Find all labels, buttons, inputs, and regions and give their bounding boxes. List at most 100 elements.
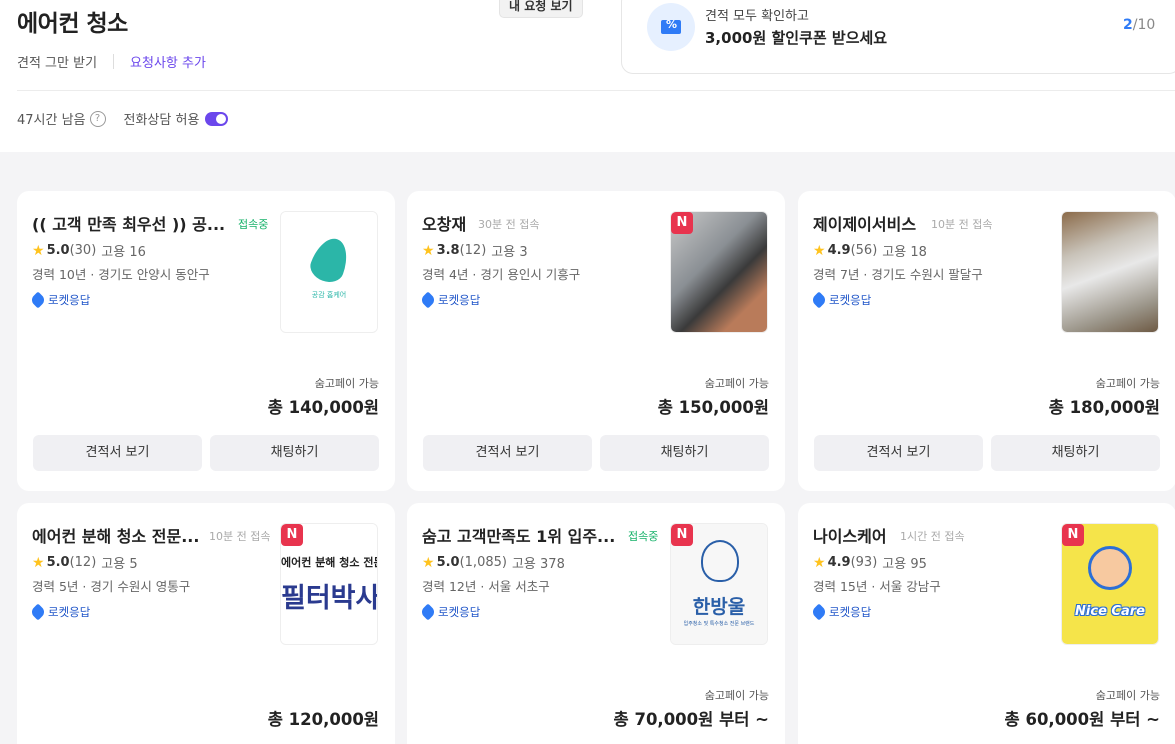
rocket-response-badge: 로켓응답 bbox=[29, 291, 90, 309]
rating-score: 4.9 bbox=[827, 555, 851, 570]
soomgo-pay-label: 숨고페이 가능 bbox=[314, 377, 379, 390]
rocket-icon bbox=[29, 603, 47, 621]
star-icon: ★ bbox=[422, 554, 435, 571]
review-count: (56) bbox=[850, 243, 878, 258]
view-quote-button[interactable]: 견적서 보기 bbox=[423, 435, 592, 471]
price: 총 150,000원 bbox=[657, 398, 769, 417]
view-quote-button[interactable]: 견적서 보기 bbox=[814, 435, 983, 471]
page-title: 에어컨 청소 bbox=[17, 11, 128, 37]
star-icon: ★ bbox=[422, 242, 435, 259]
coupon-banner[interactable]: 견적 모두 확인하고 3,000원 할인쿠폰 받으세요 2/10 bbox=[621, 0, 1175, 74]
rocket-icon bbox=[419, 291, 437, 309]
review-count: (30) bbox=[69, 243, 97, 258]
rocket-response-badge: 로켓응답 bbox=[810, 603, 871, 621]
request-header: 에어컨 청소 내 요청 보기 견적 그만 받기 요청사항 추가 47시간 남음 … bbox=[0, 0, 1175, 152]
career-location: 경력 4년 · 경기 용인시 기흥구 bbox=[422, 267, 581, 282]
my-request-button[interactable]: 내 요청 보기 bbox=[499, 0, 583, 18]
review-count: (12) bbox=[459, 243, 487, 258]
chat-button[interactable]: 채팅하기 bbox=[600, 435, 769, 471]
rating: ★ 3.8 (12) 고용 3 bbox=[422, 241, 528, 261]
price: 총 60,000원 부터 ~ bbox=[1004, 710, 1160, 729]
career-location: 경력 7년 · 경기도 수원시 팔달구 bbox=[813, 267, 983, 282]
rocket-response-badge: 로켓응답 bbox=[419, 291, 480, 309]
rocket-response-badge: 로켓응답 bbox=[419, 603, 480, 621]
review-count: (12) bbox=[69, 555, 97, 570]
provider-status: 10분 전 접속 bbox=[931, 218, 993, 231]
provider-card[interactable]: 숨고 고객만족도 1위 입주... 접속중 ★ 5.0 (1,085) 고용 3… bbox=[407, 503, 785, 744]
quote-list: (( 고객 만족 최우선 )) 공... 접속중 ★ 5.0 (30) 고용 1… bbox=[0, 152, 1175, 744]
hire-count: 고용 378 bbox=[511, 557, 565, 572]
add-request-link[interactable]: 요청사항 추가 bbox=[130, 52, 206, 71]
career-location: 경력 10년 · 경기도 안양시 동안구 bbox=[32, 267, 210, 282]
coupon-icon bbox=[647, 3, 695, 51]
rating: ★ 5.0 (12) 고용 5 bbox=[32, 553, 138, 573]
coupon-line1: 견적 모두 확인하고 bbox=[705, 9, 809, 24]
time-left: 47시간 남음 bbox=[17, 113, 86, 128]
price: 총 120,000원 bbox=[267, 710, 379, 729]
provider-status: 10분 전 접속 bbox=[209, 530, 271, 543]
provider-thumbnail[interactable]: N bbox=[670, 211, 768, 333]
hire-count: 고용 16 bbox=[101, 245, 146, 260]
star-icon: ★ bbox=[813, 242, 826, 259]
provider-thumbnail[interactable] bbox=[1061, 211, 1159, 333]
hire-count: 고용 18 bbox=[882, 245, 927, 260]
new-badge: N bbox=[281, 524, 303, 546]
star-icon: ★ bbox=[32, 242, 45, 259]
provider-card[interactable]: 나이스케어 1시간 전 접속 ★ 4.9 (93) 고용 95 경력 15년 ·… bbox=[798, 503, 1175, 744]
provider-thumbnail[interactable]: N 한방울 입주청소 및 특수청소 전문 브랜드 bbox=[670, 523, 768, 645]
provider-status: 30분 전 접속 bbox=[478, 218, 540, 231]
divider bbox=[113, 54, 115, 69]
review-count: (93) bbox=[850, 555, 878, 570]
provider-name: 제이제이서비스 bbox=[813, 215, 917, 234]
soomgo-pay-label: 숨고페이 가능 bbox=[704, 689, 769, 702]
hire-count: 고용 95 bbox=[882, 557, 927, 572]
coupon-progress-current: 2 bbox=[1123, 17, 1133, 33]
request-actions: 견적 그만 받기 요청사항 추가 bbox=[17, 52, 206, 71]
provider-name: 숨고 고객만족도 1위 입주... bbox=[422, 527, 616, 546]
chat-button[interactable]: 채팅하기 bbox=[991, 435, 1160, 471]
provider-name: 에어컨 분해 청소 전문... bbox=[32, 527, 200, 546]
rating: ★ 4.9 (56) 고용 18 bbox=[813, 241, 927, 261]
hire-count: 고용 5 bbox=[101, 557, 138, 572]
rating: ★ 5.0 (30) 고용 16 bbox=[32, 241, 146, 261]
rocket-icon bbox=[810, 291, 828, 309]
provider-card[interactable]: (( 고객 만족 최우선 )) 공... 접속중 ★ 5.0 (30) 고용 1… bbox=[17, 191, 395, 491]
coupon-line2: 3,000원 할인쿠폰 받으세요 bbox=[705, 29, 888, 47]
provider-card[interactable]: 에어컨 분해 청소 전문... 10분 전 접속 ★ 5.0 (12) 고용 5… bbox=[17, 503, 395, 744]
rating-score: 5.0 bbox=[436, 555, 460, 570]
rating-score: 5.0 bbox=[46, 243, 70, 258]
star-icon: ★ bbox=[32, 554, 45, 571]
rocket-icon bbox=[29, 291, 47, 309]
provider-name: (( 고객 만족 최우선 )) 공... bbox=[32, 215, 226, 234]
provider-thumbnail[interactable]: N Nice Care bbox=[1061, 523, 1159, 645]
chat-button[interactable]: 채팅하기 bbox=[210, 435, 379, 471]
provider-name: 나이스케어 bbox=[813, 527, 887, 546]
price: 총 180,000원 bbox=[1048, 398, 1160, 417]
provider-card[interactable]: 오창재 30분 전 접속 ★ 3.8 (12) 고용 3 경력 4년 · 경기 … bbox=[407, 191, 785, 491]
provider-thumbnail[interactable]: 공감 홈케어 bbox=[280, 211, 378, 333]
rating-score: 5.0 bbox=[46, 555, 70, 570]
rating-score: 3.8 bbox=[436, 243, 460, 258]
career-location: 경력 5년 · 경기 수원시 영통구 bbox=[32, 579, 191, 594]
coupon-progress-total: /10 bbox=[1132, 17, 1156, 33]
rocket-response-badge: 로켓응답 bbox=[810, 291, 871, 309]
provider-card[interactable]: 제이제이서비스 10분 전 접속 ★ 4.9 (56) 고용 18 경력 7년 … bbox=[798, 191, 1175, 491]
price: 총 140,000원 bbox=[267, 398, 379, 417]
soomgo-pay-label: 숨고페이 가능 bbox=[704, 377, 769, 390]
coupon-progress: 2/10 bbox=[1123, 17, 1155, 33]
new-badge: N bbox=[1062, 524, 1084, 546]
header-divider bbox=[17, 90, 1175, 91]
star-icon: ★ bbox=[813, 554, 826, 571]
review-count: (1,085) bbox=[459, 555, 507, 570]
soomgo-pay-label: 숨고페이 가능 bbox=[1095, 377, 1160, 390]
phone-consult-toggle[interactable] bbox=[205, 111, 229, 126]
help-icon[interactable]: ? bbox=[89, 110, 106, 127]
stop-quotes-link[interactable]: 견적 그만 받기 bbox=[17, 52, 97, 71]
career-location: 경력 15년 · 서울 강남구 bbox=[813, 579, 941, 594]
career-location: 경력 12년 · 서울 서초구 bbox=[422, 579, 550, 594]
provider-status: 접속중 bbox=[238, 218, 269, 231]
provider-thumbnail[interactable]: N 에어컨 분해 청소 전문 필터박사 bbox=[280, 523, 378, 645]
rocket-icon bbox=[810, 603, 828, 621]
view-quote-button[interactable]: 견적서 보기 bbox=[33, 435, 202, 471]
provider-status: 1시간 전 접속 bbox=[900, 530, 965, 543]
